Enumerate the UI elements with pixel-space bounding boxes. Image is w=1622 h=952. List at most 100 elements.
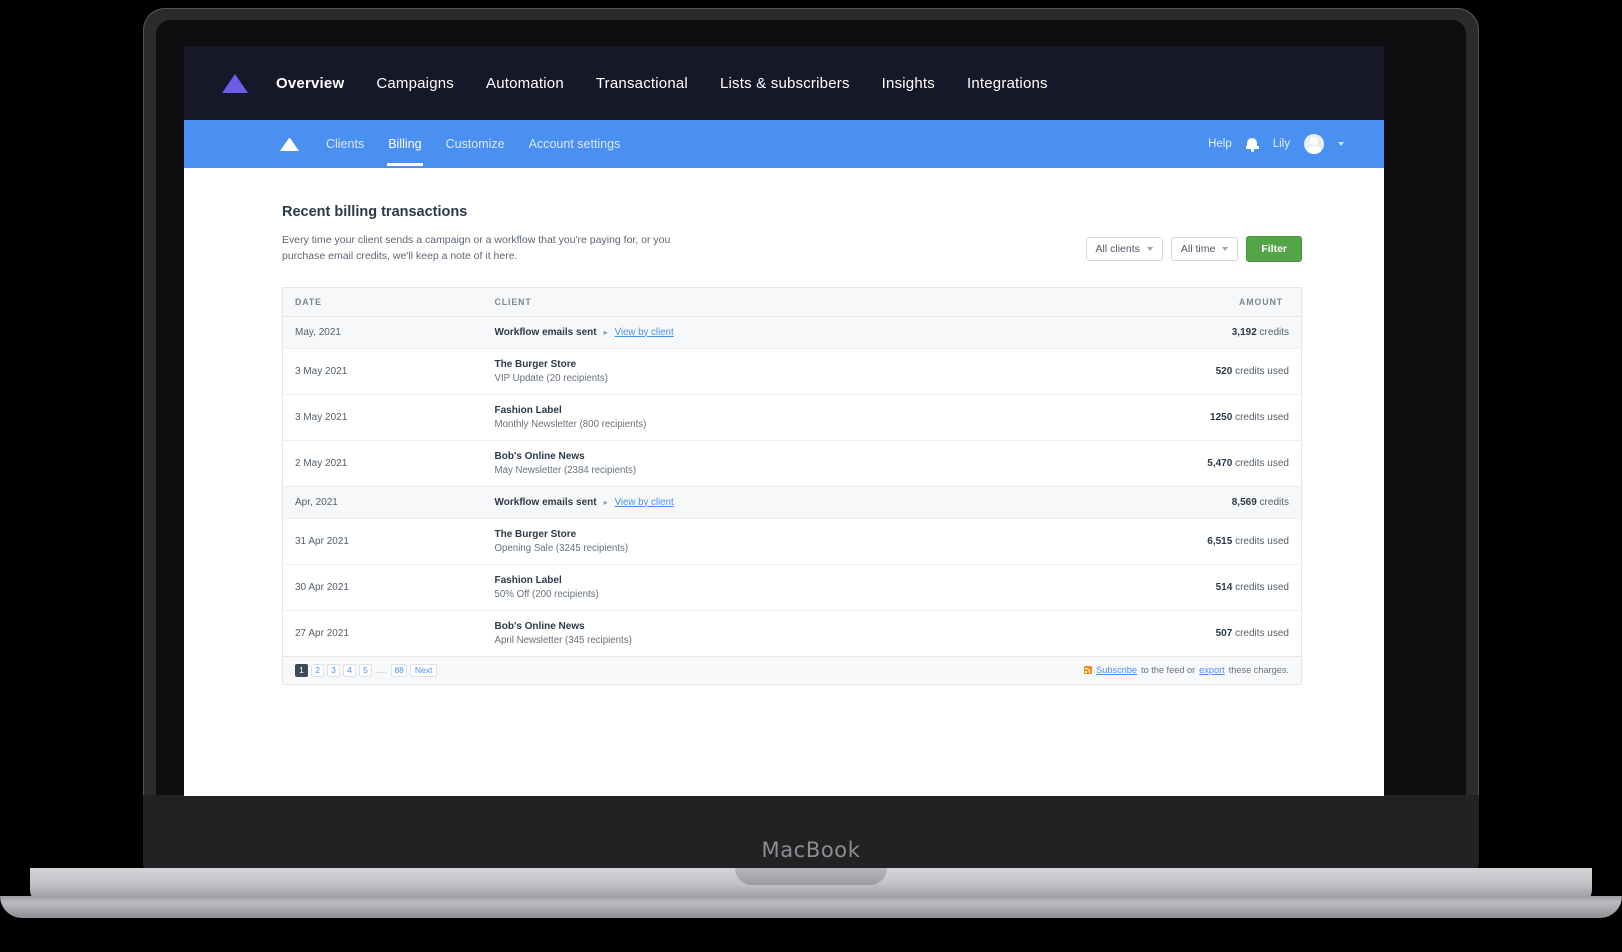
filter-controls: All clients All time Filter bbox=[1086, 232, 1302, 262]
cell-client: The Burger Store VIP Update (20 recipien… bbox=[483, 348, 1021, 394]
page-header-row: Every time your client sends a campaign … bbox=[282, 232, 1302, 265]
cell-client: Bob's Online News April Newsletter (345 … bbox=[483, 610, 1021, 656]
arrow-right-icon: ▸ bbox=[604, 498, 608, 507]
client-name: Fashion Label bbox=[495, 575, 1009, 586]
laptop-notch bbox=[735, 868, 887, 885]
table-body: May, 2021 Workflow emails sent ▸ View by… bbox=[283, 316, 1302, 656]
subnav-item-billing[interactable]: Billing bbox=[387, 123, 422, 166]
table-row: 31 Apr 2021 The Burger Store Opening Sal… bbox=[283, 518, 1302, 564]
subscribe-link[interactable]: Subscribe bbox=[1096, 665, 1137, 675]
table-row: 3 May 2021 Fashion Label Monthly Newslet… bbox=[283, 394, 1302, 440]
client-filter-value: All clients bbox=[1096, 243, 1140, 255]
subnav-item-customize[interactable]: Customize bbox=[445, 123, 506, 166]
nav-item-integrations[interactable]: Integrations bbox=[967, 75, 1048, 92]
cell-amount: 514 credits used bbox=[1020, 564, 1301, 610]
amount-unit: credits used bbox=[1235, 412, 1289, 423]
footer-suffix-text: these charges. bbox=[1229, 665, 1289, 675]
cell-amount: 3,192 credits bbox=[1020, 316, 1301, 348]
view-by-client-link[interactable]: View by client bbox=[615, 497, 674, 508]
subnav-item-account-settings[interactable]: Account settings bbox=[528, 123, 622, 166]
campaign-name: 50% Off (200 recipients) bbox=[495, 589, 1009, 600]
notification-bell-icon[interactable] bbox=[1246, 137, 1259, 152]
nav-item-lists-subscribers[interactable]: Lists & subscribers bbox=[720, 75, 850, 92]
cell-amount: 1250 credits used bbox=[1020, 394, 1301, 440]
envelope-logo-icon[interactable] bbox=[222, 74, 248, 93]
amount-value: 520 bbox=[1216, 366, 1233, 377]
amount-value: 5,470 bbox=[1207, 458, 1232, 469]
cell-date: 2 May 2021 bbox=[283, 440, 483, 486]
table-row: May, 2021 Workflow emails sent ▸ View by… bbox=[283, 316, 1302, 348]
pagination-page-last[interactable]: 88 bbox=[391, 664, 406, 677]
pagination-page-5[interactable]: 5 bbox=[359, 664, 372, 677]
client-name: Workflow emails sent bbox=[495, 497, 597, 508]
campaign-name: VIP Update (20 recipients) bbox=[495, 373, 1009, 384]
pagination-page-2[interactable]: 2 bbox=[311, 664, 324, 677]
cell-client: The Burger Store Opening Sale (3245 reci… bbox=[483, 518, 1021, 564]
campaign-name: Opening Sale (3245 recipients) bbox=[495, 543, 1009, 554]
table-row: 3 May 2021 The Burger Store VIP Update (… bbox=[283, 348, 1302, 394]
client-name: Bob's Online News bbox=[495, 621, 1009, 632]
pagination-next-button[interactable]: Next bbox=[410, 664, 437, 677]
cell-date: 27 Apr 2021 bbox=[283, 610, 483, 656]
amount-unit: credits used bbox=[1235, 458, 1289, 469]
page-description: Every time your client sends a campaign … bbox=[282, 232, 702, 265]
cell-amount: 507 credits used bbox=[1020, 610, 1301, 656]
cell-date: 31 Apr 2021 bbox=[283, 518, 483, 564]
rss-icon bbox=[1084, 666, 1092, 674]
amount-value: 6,515 bbox=[1207, 536, 1232, 547]
nav-item-insights[interactable]: Insights bbox=[882, 75, 935, 92]
secondary-navbar: Clients Billing Customize Account settin… bbox=[184, 120, 1384, 168]
avatar[interactable] bbox=[1304, 134, 1324, 154]
time-filter-value: All time bbox=[1181, 243, 1215, 255]
nav-item-campaigns[interactable]: Campaigns bbox=[376, 75, 454, 92]
feed-export-note: Subscribe to the feed or export these ch… bbox=[1084, 665, 1289, 675]
chevron-down-icon[interactable] bbox=[1338, 142, 1344, 146]
amount-value: 507 bbox=[1216, 628, 1233, 639]
help-link[interactable]: Help bbox=[1208, 138, 1232, 150]
billing-page: Recent billing transactions Every time y… bbox=[184, 168, 1384, 685]
cell-date: Apr, 2021 bbox=[283, 486, 483, 518]
view-by-client-link[interactable]: View by client bbox=[615, 327, 674, 338]
arrow-right-icon: ▸ bbox=[604, 328, 608, 337]
table-header: DATE CLIENT AMOUNT bbox=[283, 287, 1302, 316]
transactions-table: DATE CLIENT AMOUNT May, 2021 Workflow em… bbox=[282, 287, 1302, 657]
macbook-wordmark: MacBook bbox=[0, 838, 1622, 862]
client-name: Workflow emails sent bbox=[495, 327, 597, 338]
cell-date: 3 May 2021 bbox=[283, 394, 483, 440]
amount-value: 8,569 bbox=[1232, 497, 1257, 508]
table-row: 27 Apr 2021 Bob's Online News April News… bbox=[283, 610, 1302, 656]
nav-item-overview[interactable]: Overview bbox=[276, 75, 344, 92]
chevron-down-icon bbox=[1222, 247, 1228, 251]
amount-unit: credits used bbox=[1235, 582, 1289, 593]
cell-client: Fashion Label Monthly Newsletter (800 re… bbox=[483, 394, 1021, 440]
column-header-amount: AMOUNT bbox=[1020, 287, 1301, 316]
column-header-date: DATE bbox=[283, 287, 483, 316]
cell-date: 3 May 2021 bbox=[283, 348, 483, 394]
pagination-page-1[interactable]: 1 bbox=[295, 664, 308, 677]
campaign-name: April Newsletter (345 recipients) bbox=[495, 635, 1009, 646]
pagination-ellipsis: .... bbox=[375, 665, 388, 675]
amount-value: 514 bbox=[1216, 582, 1233, 593]
time-filter-select[interactable]: All time bbox=[1171, 237, 1238, 261]
pagination-page-3[interactable]: 3 bbox=[327, 664, 340, 677]
campaign-name: May Newsletter (2384 recipients) bbox=[495, 465, 1009, 476]
nav-item-transactional[interactable]: Transactional bbox=[596, 75, 688, 92]
export-link[interactable]: export bbox=[1199, 665, 1225, 675]
cell-client: Fashion Label 50% Off (200 recipients) bbox=[483, 564, 1021, 610]
laptop-base-edge bbox=[0, 896, 1622, 918]
amount-value: 1250 bbox=[1210, 412, 1232, 423]
amount-unit: credits bbox=[1260, 327, 1289, 338]
client-name: Fashion Label bbox=[495, 405, 1009, 416]
subnav-item-clients[interactable]: Clients bbox=[325, 123, 365, 166]
filter-button[interactable]: Filter bbox=[1246, 236, 1302, 262]
pagination-page-4[interactable]: 4 bbox=[343, 664, 356, 677]
page-title: Recent billing transactions bbox=[282, 204, 1302, 220]
envelope-small-icon[interactable] bbox=[280, 138, 299, 151]
amount-unit: credits bbox=[1260, 497, 1289, 508]
client-filter-select[interactable]: All clients bbox=[1086, 237, 1163, 261]
table-row: 2 May 2021 Bob's Online News May Newslet… bbox=[283, 440, 1302, 486]
user-name-label: Lily bbox=[1273, 138, 1290, 150]
pagination: 1 2 3 4 5 .... 88 Next bbox=[295, 664, 437, 677]
client-name: The Burger Store bbox=[495, 359, 1009, 370]
nav-item-automation[interactable]: Automation bbox=[486, 75, 564, 92]
